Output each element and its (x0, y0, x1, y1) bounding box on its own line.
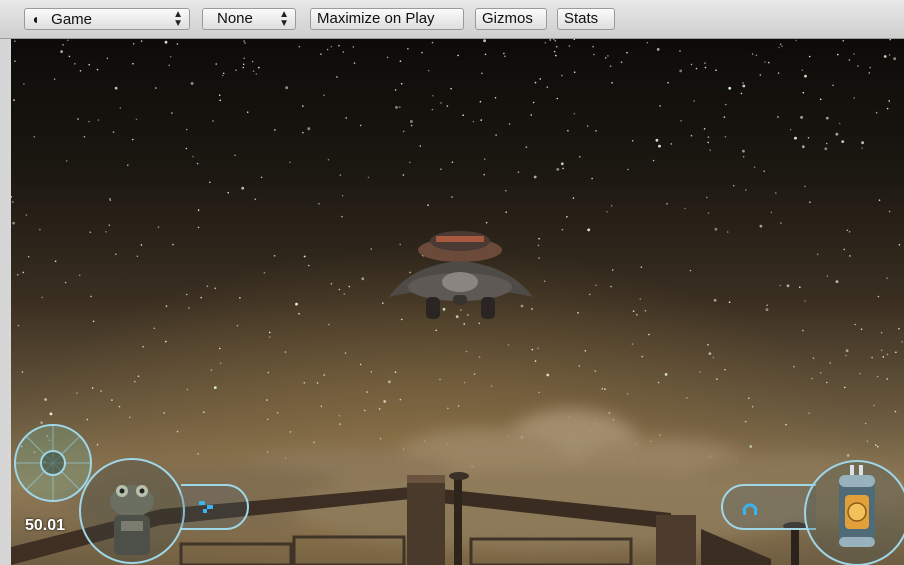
stats-label: Stats (564, 10, 599, 27)
maximize-on-play-label: Maximize on Play (317, 10, 435, 27)
aspect-label: None (217, 10, 253, 27)
item-slot-hud (181, 484, 249, 530)
game-view-window: ◖ Game ▲ ▼ None ▲ ▼ Maximize on Play Gizmo… (0, 0, 904, 565)
game-view-icon: ◖ (31, 11, 40, 27)
gizmos-toggle[interactable]: Gizmos (475, 8, 547, 30)
game-viewport[interactable]: 50.01 (11, 39, 904, 565)
aspect-dropdown[interactable]: None ▲ ▼ (202, 8, 296, 30)
view-type-label: Game (51, 11, 93, 28)
view-type-dropdown[interactable]: ◖ Game ▲ ▼ (24, 8, 190, 30)
stats-toggle[interactable]: Stats (557, 8, 615, 30)
dropdown-arrows-icon: ▲ ▼ (279, 9, 289, 29)
maximize-on-play-toggle[interactable]: Maximize on Play (310, 8, 464, 30)
fps-readout: 50.01 (25, 517, 66, 534)
battery-meter-hud (804, 460, 904, 565)
dropdown-arrows-icon: ▲ ▼ (173, 9, 183, 29)
gizmos-label: Gizmos (482, 10, 533, 27)
game-view-toolbar: ◖ Game ▲ ▼ None ▲ ▼ Maximize on Play Gizmo… (0, 0, 904, 39)
